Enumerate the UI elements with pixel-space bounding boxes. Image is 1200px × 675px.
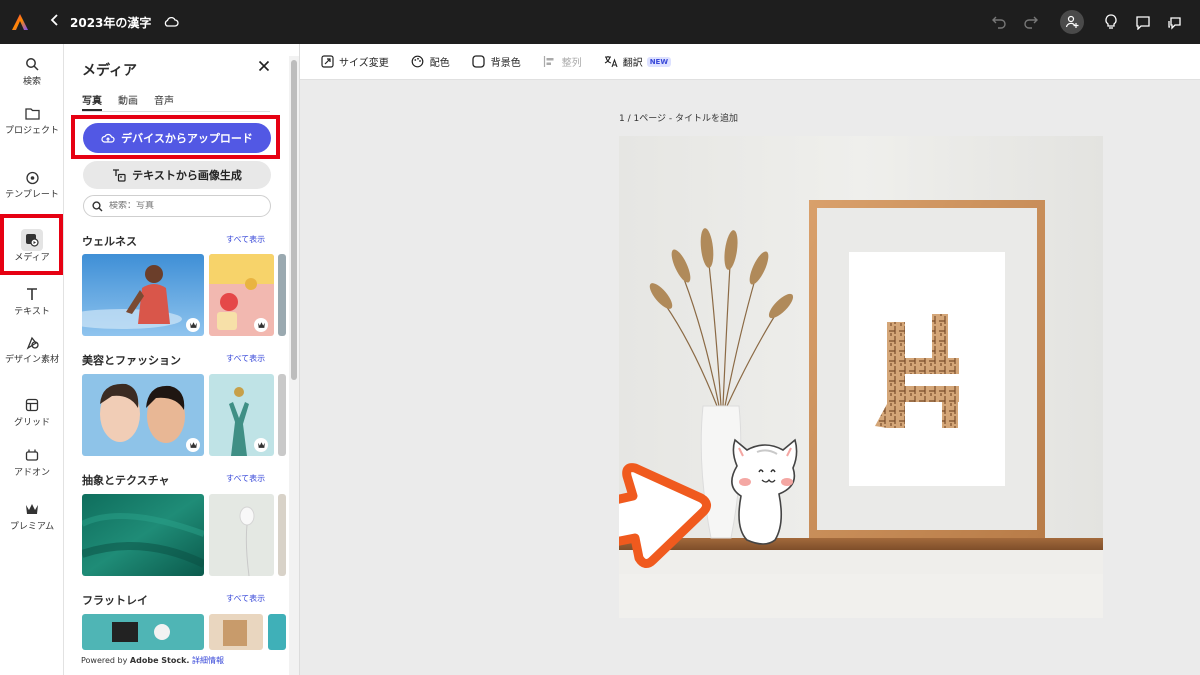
- see-all-link[interactable]: すべて表示: [226, 473, 265, 484]
- new-badge: NEW: [646, 56, 672, 67]
- arrange-button[interactable]: 整列: [543, 54, 582, 69]
- stock-photo-thumbnail[interactable]: [82, 614, 204, 650]
- stock-photo-thumbnail[interactable]: [278, 374, 286, 456]
- media-search[interactable]: [83, 195, 271, 217]
- comment-icon[interactable]: [1132, 11, 1154, 33]
- artboard[interactable]: [556, 136, 1103, 618]
- panel-footer: Powered by Adobe Stock. 詳細情報: [81, 656, 225, 665]
- see-all-link[interactable]: すべて表示: [226, 593, 265, 604]
- search-input[interactable]: [109, 201, 259, 211]
- search-icon: [92, 200, 103, 212]
- panel-scrollbar[interactable]: [289, 56, 299, 675]
- rail-item-premium[interactable]: プレミアム: [0, 498, 64, 533]
- addon-icon: [21, 444, 43, 466]
- tab-photos[interactable]: 写真: [82, 92, 102, 111]
- document-title[interactable]: 2023年の漢字: [70, 14, 151, 31]
- media-tabs: 写真 動画 音声: [82, 92, 270, 112]
- text-to-image-button[interactable]: テキストから画像生成: [83, 161, 271, 189]
- palette-icon: [411, 55, 425, 69]
- stock-photo-thumbnail[interactable]: [82, 254, 204, 336]
- scrollbar-thumb[interactable]: [291, 60, 297, 380]
- stock-photo-thumbnail[interactable]: [209, 374, 274, 456]
- undo-icon[interactable]: [988, 11, 1010, 33]
- rail-item-addons[interactable]: アドオン: [0, 444, 64, 479]
- text-to-image-icon: [112, 168, 126, 182]
- background-color-icon: [472, 55, 486, 69]
- section-title-beauty-fashion: 美容とファッション: [82, 354, 181, 367]
- stock-photo-thumbnail[interactable]: [82, 374, 204, 456]
- grid-icon: [21, 394, 43, 416]
- highlight-upload-button: [71, 115, 280, 159]
- close-icon[interactable]: [256, 58, 272, 74]
- picture-frame: [809, 200, 1045, 538]
- premium-crown-icon: [186, 438, 200, 452]
- color-scheme-button[interactable]: 配色: [411, 54, 450, 69]
- translate-button[interactable]: 翻訳 NEW: [604, 54, 672, 69]
- rail-item-grid[interactable]: グリッド: [0, 394, 64, 429]
- rail-item-text[interactable]: テキスト: [0, 283, 64, 318]
- panel-title: メディア: [82, 63, 138, 79]
- lightbulb-icon[interactable]: [1100, 11, 1122, 33]
- adobe-express-logo-icon[interactable]: [0, 0, 40, 44]
- top-bar: 2023年の漢字: [0, 0, 1200, 44]
- rail-item-projects[interactable]: プロジェクト: [0, 102, 64, 137]
- details-link[interactable]: 詳細情報: [192, 656, 224, 665]
- premium-crown-icon: [254, 438, 268, 452]
- background-color-button[interactable]: 背景色: [472, 54, 521, 69]
- chevron-left-icon[interactable]: [50, 14, 64, 30]
- premium-crown-icon: [254, 318, 268, 332]
- left-nav-rail: 検索 プロジェクト テンプレート メディア テキスト デザイン素材 グリッド ア…: [0, 44, 64, 675]
- stock-photo-thumbnail[interactable]: [209, 614, 263, 650]
- translate-icon: [604, 55, 618, 69]
- section-title-flat-lay: フラットレイ: [82, 594, 148, 607]
- rail-item-search[interactable]: 検索: [0, 53, 64, 88]
- stock-photo-thumbnail[interactable]: [278, 254, 286, 336]
- share-icon[interactable]: [1164, 11, 1186, 33]
- section-title-wellness: ウェルネス: [82, 235, 137, 248]
- editor-toolbar: サイズ変更 配色 背景色 整列 翻訳 NEW: [300, 44, 1200, 80]
- see-all-link[interactable]: すべて表示: [226, 234, 265, 245]
- rail-item-templates[interactable]: テンプレート: [0, 166, 64, 201]
- folder-icon: [21, 102, 43, 124]
- stock-photo-thumbnail[interactable]: [278, 494, 286, 576]
- stock-photo-thumbnail[interactable]: [209, 254, 274, 336]
- stock-photo-thumbnail[interactable]: [82, 494, 204, 576]
- highlight-media-rail: [0, 214, 63, 275]
- template-icon: [21, 166, 43, 188]
- section-title-abstract-texture: 抽象とテクスチャ: [82, 474, 170, 487]
- design-assets-icon: [21, 331, 43, 353]
- page-label[interactable]: 1 / 1ページ - タイトルを追加: [619, 111, 738, 124]
- tab-videos[interactable]: 動画: [118, 92, 138, 111]
- rail-item-design-assets[interactable]: デザイン素材: [0, 331, 64, 366]
- search-icon: [21, 53, 43, 75]
- stock-photo-thumbnail[interactable]: [268, 614, 286, 650]
- text-icon: [21, 283, 43, 305]
- align-icon: [543, 55, 557, 69]
- resize-button[interactable]: サイズ変更: [320, 54, 389, 69]
- cloud-sync-icon: [163, 16, 179, 28]
- redo-icon[interactable]: [1020, 11, 1042, 33]
- premium-crown-icon: [186, 318, 200, 332]
- resize-icon: [320, 55, 334, 69]
- see-all-link[interactable]: すべて表示: [226, 353, 265, 364]
- tab-audio[interactable]: 音声: [154, 92, 174, 111]
- add-user-icon[interactable]: [1060, 10, 1084, 34]
- premium-crown-icon: [21, 498, 43, 520]
- stock-photo-thumbnail[interactable]: [209, 494, 274, 576]
